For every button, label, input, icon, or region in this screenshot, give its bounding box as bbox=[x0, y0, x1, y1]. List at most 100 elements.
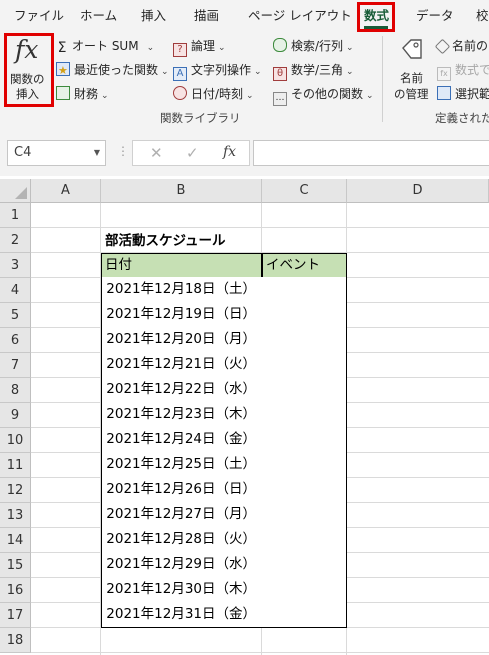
date-cell[interactable]: 2021年12月29日（水） bbox=[101, 552, 262, 578]
row-header-11[interactable]: 11 bbox=[0, 453, 31, 478]
date-cell[interactable]: 2021年12月28日（火） bbox=[101, 527, 262, 553]
row-header-2[interactable]: 2 bbox=[0, 228, 31, 253]
cancel-icon[interactable]: ✕ bbox=[150, 144, 163, 162]
row-header-15[interactable]: 15 bbox=[0, 553, 31, 578]
datetime-button[interactable]: 日付/時刻 ⌄ bbox=[173, 83, 254, 105]
tab-review[interactable]: 校 bbox=[476, 0, 489, 32]
date-cell[interactable]: 2021年12月18日（土） bbox=[101, 277, 262, 303]
row-header-13[interactable]: 13 bbox=[0, 503, 31, 528]
lookup-button[interactable]: 検索/行列 ⌄ bbox=[273, 35, 354, 57]
row-header-17[interactable]: 17 bbox=[0, 603, 31, 628]
row-header-18[interactable]: 18 bbox=[0, 628, 31, 653]
tab-insert[interactable]: 挿入 bbox=[141, 0, 166, 32]
column-header-c[interactable]: C bbox=[262, 179, 347, 203]
enter-icon[interactable]: ✓ bbox=[186, 144, 199, 162]
select-all-corner[interactable] bbox=[0, 179, 31, 203]
tag-icon bbox=[402, 39, 422, 59]
formula-input[interactable] bbox=[253, 140, 489, 166]
define-name-button[interactable]: 名前の bbox=[434, 35, 488, 57]
event-cell[interactable] bbox=[261, 452, 347, 478]
event-cell[interactable] bbox=[261, 352, 347, 378]
date-cell[interactable]: 2021年12月19日（日） bbox=[101, 302, 262, 328]
chevron-down-icon: ⌄ bbox=[346, 43, 354, 53]
row-header-7[interactable]: 7 bbox=[0, 353, 31, 378]
chevron-down-icon: ⌄ bbox=[254, 67, 262, 77]
text-book-icon: A bbox=[173, 67, 187, 81]
more-functions-button[interactable]: … その他の関数 ⌄ bbox=[273, 83, 374, 106]
date-cell[interactable]: 2021年12月20日（月） bbox=[101, 327, 262, 353]
insert-function-icon[interactable]: fx bbox=[223, 144, 236, 160]
date-cell[interactable]: 2021年12月31日（金） bbox=[101, 602, 262, 628]
row-header-6[interactable]: 6 bbox=[0, 328, 31, 353]
row-header-10[interactable]: 10 bbox=[0, 428, 31, 453]
row-header-16[interactable]: 16 bbox=[0, 578, 31, 603]
financial-button[interactable]: 財務 ⌄ bbox=[56, 83, 109, 105]
row-header-9[interactable]: 9 bbox=[0, 403, 31, 428]
tab-page-layout[interactable]: ページ レイアウト bbox=[248, 0, 352, 32]
sigma-icon: Σ bbox=[57, 40, 67, 56]
row-header-5[interactable]: 5 bbox=[0, 303, 31, 328]
header-date-cell[interactable]: 日付 bbox=[101, 253, 262, 278]
row-header-4[interactable]: 4 bbox=[0, 278, 31, 303]
tab-data[interactable]: データ bbox=[416, 0, 454, 32]
event-cell[interactable] bbox=[261, 552, 347, 578]
group-separator bbox=[382, 36, 383, 122]
formula-icon: fx bbox=[437, 67, 451, 81]
name-box[interactable]: C4 ▼ bbox=[7, 140, 106, 166]
event-cell[interactable] bbox=[261, 477, 347, 503]
column-header-a[interactable]: A bbox=[31, 179, 101, 203]
formulas-tab-highlight bbox=[357, 2, 395, 32]
math-trig-button[interactable]: θ 数学/三角 ⌄ bbox=[273, 59, 354, 81]
chevron-down-icon: ⌄ bbox=[366, 91, 374, 101]
chevron-down-icon: ⌄ bbox=[346, 67, 354, 77]
defined-names-group-label: 定義された名 bbox=[435, 111, 489, 125]
name-manager-button[interactable]: 名前 の管理 bbox=[392, 36, 432, 102]
event-cell[interactable] bbox=[261, 302, 347, 328]
tab-home[interactable]: ホーム bbox=[80, 0, 117, 32]
event-cell[interactable] bbox=[261, 602, 347, 628]
more-dots-icon: … bbox=[273, 92, 287, 106]
chevron-down-icon: ⌄ bbox=[146, 43, 155, 53]
date-cell[interactable]: 2021年12月22日（水） bbox=[101, 377, 262, 403]
chevron-down-icon: ⌄ bbox=[101, 91, 109, 101]
event-cell[interactable] bbox=[261, 577, 347, 603]
tab-file[interactable]: ファイル bbox=[14, 0, 64, 32]
date-cell[interactable]: 2021年12月27日（月） bbox=[101, 502, 262, 528]
sheet-title[interactable]: 部活動スケジュール bbox=[105, 229, 226, 249]
event-cell[interactable] bbox=[261, 277, 347, 303]
row-header-12[interactable]: 12 bbox=[0, 478, 31, 503]
date-cell[interactable]: 2021年12月21日（火） bbox=[101, 352, 262, 378]
create-from-selection-button[interactable]: 選択範 bbox=[437, 83, 489, 105]
header-event-cell[interactable]: イベント bbox=[262, 253, 347, 278]
event-cell[interactable] bbox=[261, 427, 347, 453]
row-header-3[interactable]: 3 bbox=[0, 253, 31, 278]
insert-function-highlight bbox=[4, 33, 54, 107]
text-functions-button[interactable]: A 文字列操作 ⌄ bbox=[173, 59, 262, 81]
chevron-down-icon: ⌄ bbox=[246, 91, 254, 101]
row-header-8[interactable]: 8 bbox=[0, 378, 31, 403]
row-header-14[interactable]: 14 bbox=[0, 528, 31, 553]
date-cell[interactable]: 2021年12月24日（金） bbox=[101, 427, 262, 453]
event-cell[interactable] bbox=[261, 527, 347, 553]
event-cell[interactable] bbox=[261, 327, 347, 353]
column-header-d[interactable]: D bbox=[347, 179, 489, 203]
logical-button[interactable]: ? 論理 ⌄ bbox=[173, 35, 226, 57]
date-cell[interactable]: 2021年12月25日（土） bbox=[101, 452, 262, 478]
row-header-1[interactable]: 1 bbox=[0, 203, 31, 228]
date-cell[interactable]: 2021年12月30日（木） bbox=[101, 577, 262, 603]
chevron-down-icon[interactable]: ▼ bbox=[94, 141, 100, 165]
date-cell[interactable]: 2021年12月23日（木） bbox=[101, 402, 262, 428]
recently-used-button[interactable]: ★ 最近使った関数 ⌄ bbox=[56, 59, 169, 81]
event-cell[interactable] bbox=[261, 377, 347, 403]
tab-draw[interactable]: 描画 bbox=[194, 0, 219, 32]
event-cell[interactable] bbox=[261, 502, 347, 528]
magnifier-book-icon bbox=[273, 38, 287, 52]
worksheet-grid[interactable]: ABCD 1 2 3 4 5 6 7 8 9 10 11 12 13 14 15 16 17 18 日付 イベント 2… bbox=[0, 176, 489, 655]
clock-book-icon bbox=[173, 86, 187, 100]
autosum-button[interactable]: Σ オート SUM ⌄ bbox=[56, 35, 155, 57]
date-cell[interactable]: 2021年12月26日（日） bbox=[101, 477, 262, 503]
event-cell[interactable] bbox=[261, 402, 347, 428]
use-in-formula-button[interactable]: fx 数式で bbox=[437, 59, 489, 81]
splitter-dots-icon[interactable]: ⋮ bbox=[117, 144, 129, 158]
column-header-b[interactable]: B bbox=[101, 179, 262, 203]
